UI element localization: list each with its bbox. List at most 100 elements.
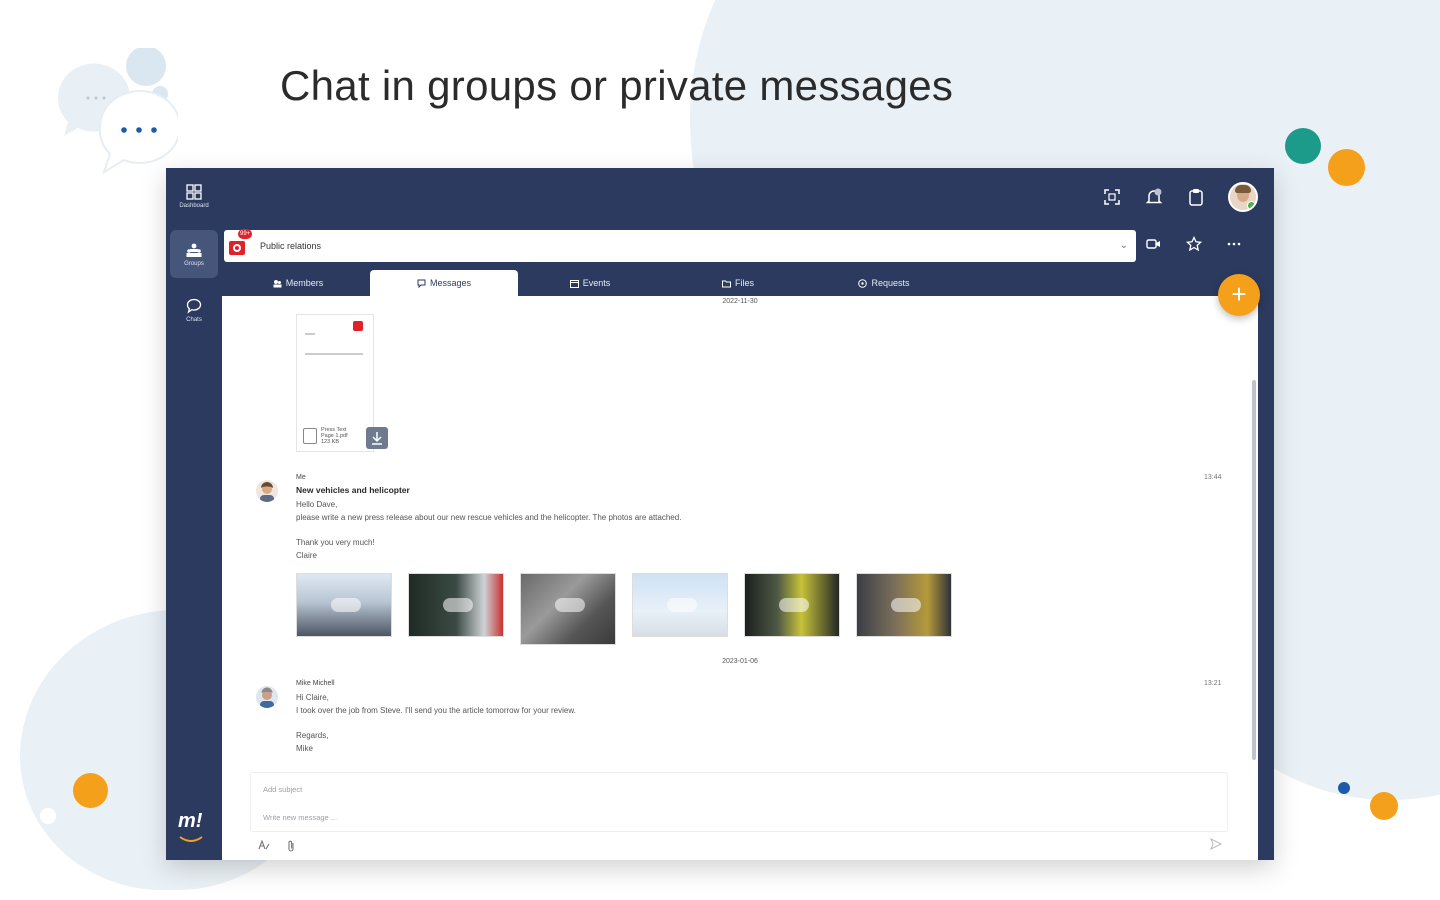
scan-button[interactable]: [1102, 187, 1122, 207]
online-status-indicator: [1247, 201, 1256, 210]
message-sender: Mike Michell: [296, 680, 335, 687]
photo-thumbnail[interactable]: [856, 573, 952, 637]
document-attachment-preview[interactable]: Press Text Page 1.pdf 123 KB: [296, 314, 374, 452]
messages-icon: [417, 279, 426, 288]
attach-icon[interactable]: [286, 840, 296, 852]
attachment-file-line: 123 KB: [321, 439, 340, 445]
tab-messages[interactable]: Messages: [370, 270, 518, 296]
notification-bell-icon: [1145, 188, 1163, 204]
download-icon: [372, 432, 382, 445]
unread-badge: 99+: [238, 229, 253, 239]
group-selector[interactable]: 99+ Public relations ⌄: [224, 229, 1136, 262]
photo-thumbnail[interactable]: [408, 573, 504, 637]
message-subject: New vehicles and helicopter: [296, 485, 410, 495]
decor-dot: [73, 773, 108, 808]
tab-label: Events: [582, 278, 611, 288]
avatar-photo-icon: [256, 686, 278, 708]
file-icon: [303, 428, 317, 444]
files-icon: [721, 280, 731, 287]
video-call-icon[interactable]: [1146, 236, 1162, 252]
group-name: Public relations: [260, 241, 322, 251]
document-logo-icon: [353, 321, 363, 331]
sender-avatar[interactable]: [256, 686, 278, 708]
group-header-actions: [1146, 236, 1242, 252]
decor-dot: [1285, 128, 1321, 164]
clipboard-icon: [1189, 189, 1203, 206]
decor-dot: [1328, 149, 1365, 186]
group-logo: 99+: [228, 229, 253, 257]
user-avatar[interactable]: [1228, 182, 1258, 212]
tab-label: Messages: [429, 278, 472, 288]
photo-thumbnail[interactable]: [296, 573, 392, 637]
tab-events[interactable]: Events: [520, 270, 660, 296]
send-icon[interactable]: [1210, 838, 1222, 850]
message-text: please write a new press release about o…: [296, 513, 682, 522]
notifications-button[interactable]: [1144, 187, 1164, 207]
chat-bubbles-illustration-icon: [57, 48, 178, 175]
message-text: Hello Dave,: [296, 500, 338, 509]
sidebar-item-label: Groups: [184, 260, 204, 267]
date-separator: 2022-11-30: [722, 298, 758, 305]
groups-icon: [186, 243, 202, 257]
message-text: Hi Claire,: [296, 693, 329, 702]
attachment-meta: Press Text Page 1.pdf 123 KB: [303, 427, 348, 445]
members-icon: [273, 279, 282, 287]
logo-smile-icon: [179, 836, 203, 842]
app-logo: m!: [178, 810, 203, 842]
tab-label: Files: [734, 278, 754, 288]
sidebar-item-chats[interactable]: Chats: [170, 286, 218, 334]
decor-dot: [1370, 792, 1398, 820]
decor-dot: [1338, 782, 1350, 794]
topbar-actions: [1102, 182, 1258, 212]
photo-thumbnail[interactable]: [632, 573, 728, 637]
avatar-photo-icon: [256, 480, 278, 502]
sidebar-item-label: Chats: [186, 316, 202, 323]
tab-label: Members: [285, 278, 324, 288]
message-input[interactable]: Write new message ...: [263, 813, 337, 822]
sidebar-item-groups[interactable]: Groups: [170, 230, 218, 278]
messages-panel: 2022-11-30 Press Text Page 1.pdf 123 KB: [222, 296, 1258, 860]
message-composer: Add subject Write new message ...: [250, 772, 1228, 832]
scrollbar[interactable]: [1252, 380, 1256, 760]
clipboard-button[interactable]: [1186, 187, 1206, 207]
events-icon: [569, 279, 579, 288]
message-time: 13:44: [1204, 474, 1222, 481]
scan-icon: [1104, 189, 1120, 205]
message-text: Regards,: [296, 731, 329, 740]
tab-requests[interactable]: Requests: [814, 270, 954, 296]
star-icon[interactable]: [1186, 236, 1202, 252]
page-headline: Chat in groups or private messages: [280, 62, 954, 109]
message-sender: Me: [296, 474, 306, 481]
group-avatar-icon: [229, 241, 245, 255]
message-text: Claire: [296, 551, 317, 560]
app-window: Dashboard Groups Chats m! 99+ Public rel…: [166, 168, 1274, 860]
more-icon[interactable]: [1226, 236, 1242, 252]
message-text: I took over the job from Steve. I'll sen…: [296, 706, 576, 715]
text-format-icon[interactable]: [258, 840, 270, 850]
sidebar-item-dashboard[interactable]: Dashboard: [170, 172, 218, 220]
composer-toolbar: [258, 840, 296, 852]
tab-files[interactable]: Files: [668, 270, 808, 296]
tab-members[interactable]: Members: [228, 270, 368, 296]
decor-dot: [40, 808, 56, 824]
group-tabs: Members Messages Events Files Requests: [224, 270, 1258, 296]
requests-icon: [858, 278, 868, 288]
sidebar-rail: Dashboard Groups Chats m!: [166, 168, 222, 860]
chat-icon: [186, 298, 202, 314]
photo-thumbnail[interactable]: [744, 573, 840, 637]
message-text: Thank you very much!: [296, 538, 375, 547]
add-button[interactable]: +: [1218, 274, 1260, 316]
photo-thumbnail[interactable]: [520, 573, 616, 645]
app-logo-text: m!: [178, 810, 203, 832]
date-separator: 2023-01-06: [722, 658, 758, 665]
sender-avatar[interactable]: [256, 480, 278, 502]
message-text: Mike: [296, 744, 313, 753]
attachment-file-info: Press Text Page 1.pdf 123 KB: [321, 427, 348, 445]
subject-input[interactable]: Add subject: [263, 785, 302, 794]
message-time: 13:21: [1204, 680, 1222, 687]
promo-stage: Chat in groups or private messages Dashb…: [0, 0, 1440, 900]
download-button[interactable]: [366, 427, 388, 449]
dashboard-icon: [186, 183, 202, 200]
tab-label: Requests: [871, 278, 910, 288]
chevron-down-icon: ⌄: [1119, 240, 1128, 251]
